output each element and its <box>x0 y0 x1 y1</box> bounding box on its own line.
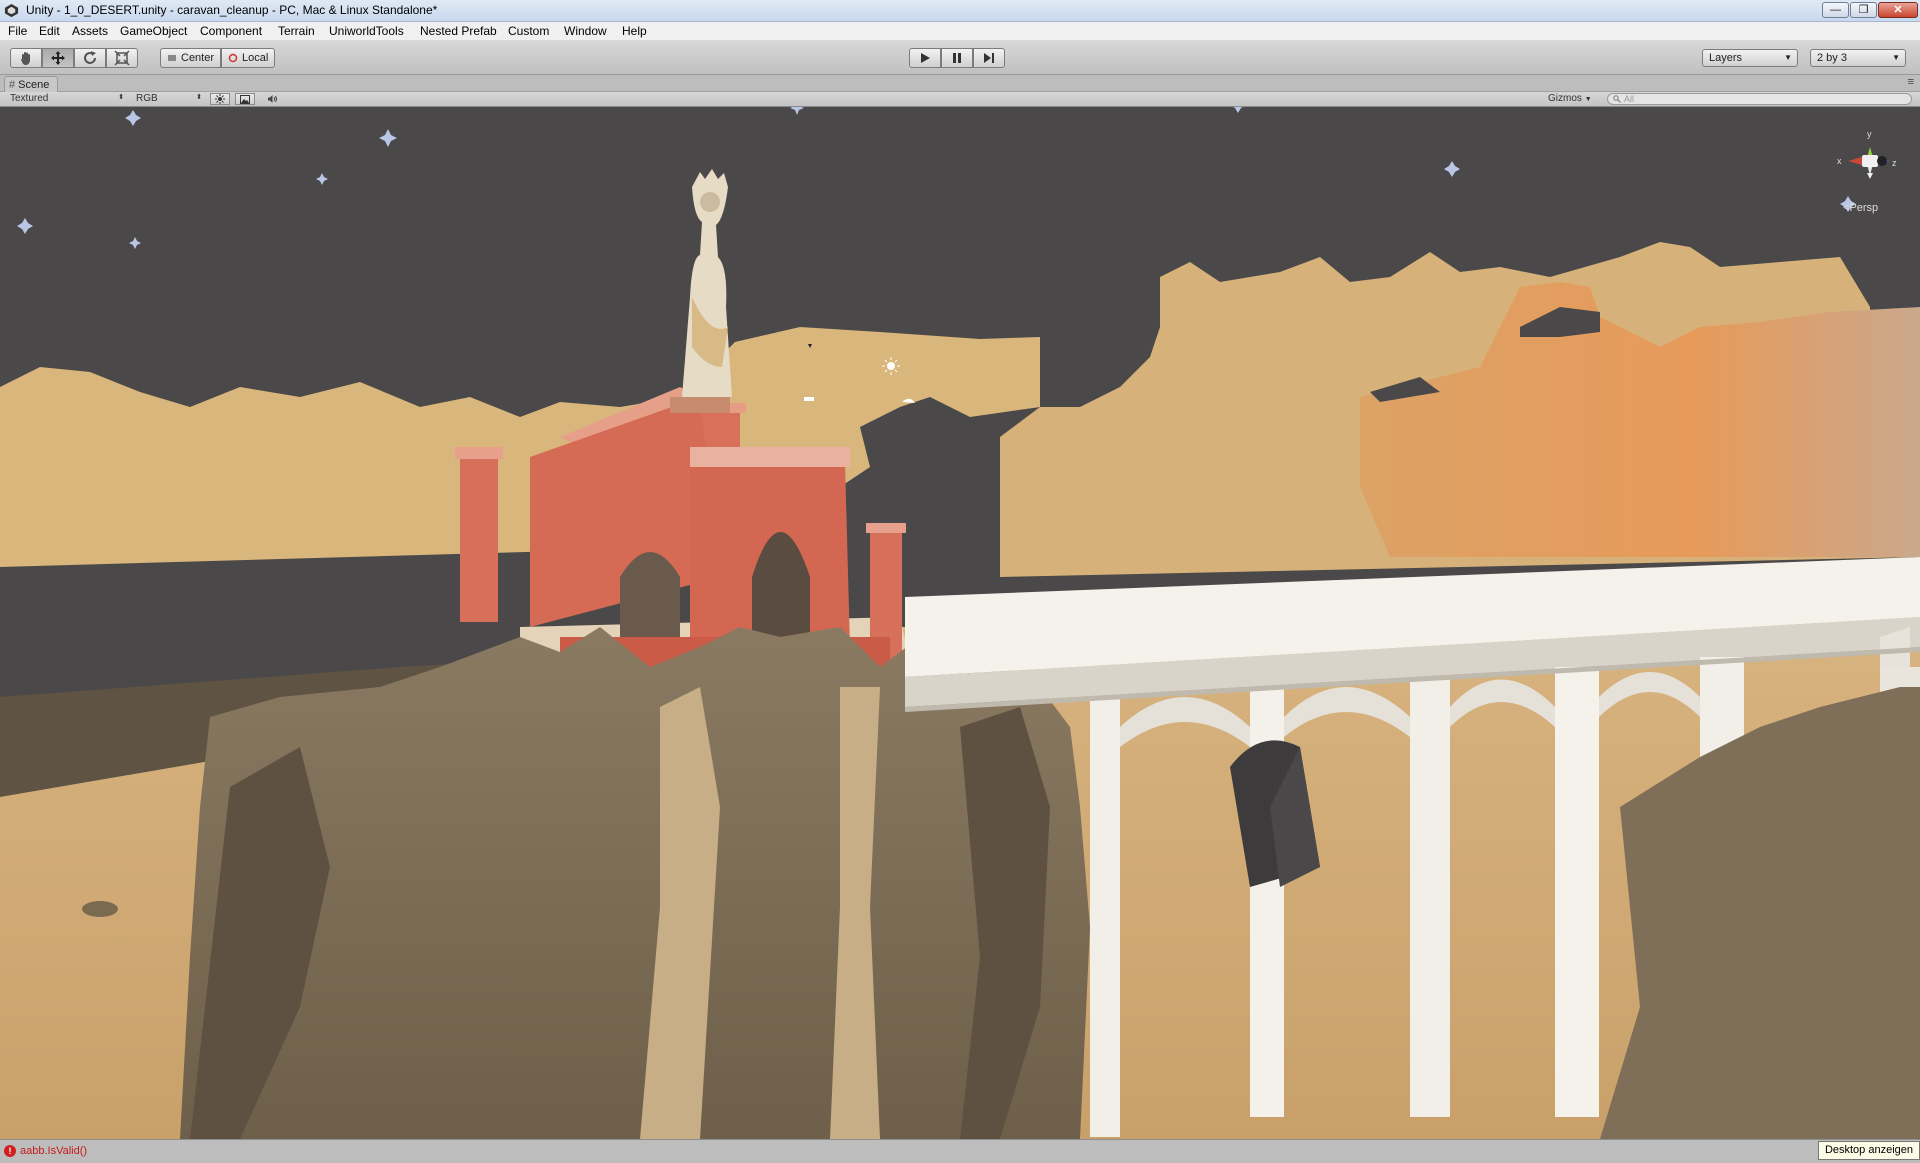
scene-tab-bar: # Scene ≡ <box>0 75 1920 93</box>
gizmos-label: Gizmos <box>1548 93 1582 104</box>
chevron-updown-icon: ⬍ <box>196 94 202 101</box>
maximize-button[interactable]: ❐ <box>1850 2 1877 18</box>
menu-gameobject[interactable]: GameObject <box>120 24 187 38</box>
night-stars <box>17 107 1856 249</box>
layers-dropdown[interactable]: Layers ▼ <box>1702 49 1798 67</box>
chevron-down-icon: ▼ <box>1784 53 1792 62</box>
menu-nested-prefab[interactable]: Nested Prefab <box>420 24 497 38</box>
scale-icon <box>114 50 130 66</box>
scene-view-toolbar: Textured ⬍ RGB ⬍ Gizmos ▼ All <box>0 92 1920 107</box>
scene-search-placeholder: All <box>1624 94 1635 104</box>
pause-icon <box>953 53 961 63</box>
pivot-center-button[interactable]: Center <box>160 48 222 68</box>
chevron-updown-icon: ⬍ <box>118 94 124 101</box>
scene-tab-label: Scene <box>18 79 50 91</box>
scale-tool-button[interactable] <box>106 48 138 68</box>
layout-label: 2 by 3 <box>1817 52 1847 64</box>
minimize-button[interactable]: — <box>1822 2 1849 18</box>
transform-tools <box>10 48 138 68</box>
render-mode-dropdown[interactable]: Textured ⬍ <box>6 93 126 106</box>
axis-z-label: z <box>1892 158 1897 168</box>
pivot-toggles: Center Local <box>160 48 276 68</box>
menu-bar: File Edit Assets GameObject Component Te… <box>0 22 1920 41</box>
scene-viewport[interactable]: y x z <Persp <box>0 107 1920 1139</box>
pause-button[interactable] <box>941 48 973 68</box>
scene-render: y x z <box>0 107 1920 1139</box>
gizmos-dropdown[interactable]: Gizmos ▼ <box>1548 93 1592 104</box>
scene-lighting-toggle[interactable] <box>210 93 230 105</box>
image-icon <box>240 94 250 104</box>
scene-overlay-toggle[interactable] <box>235 93 255 105</box>
rotate-icon <box>84 51 96 64</box>
taskbar-tooltip: Desktop anzeigen <box>1817 1141 1920 1160</box>
close-icon: ✕ <box>1893 4 1903 16</box>
pivot-center-label: Center <box>181 52 215 64</box>
pivot-local-button[interactable]: Local <box>221 48 276 68</box>
orientation-gizmo[interactable]: y x z <box>1837 129 1897 179</box>
search-icon <box>1613 95 1621 103</box>
status-bar[interactable]: ! aabb.IsValid() <box>0 1139 1920 1163</box>
menu-help[interactable]: Help <box>622 24 647 38</box>
hand-tool-button[interactable] <box>10 48 42 68</box>
main-toolbar: Center Local Layers ▼ 2 by 3 ▼ <box>0 41 1920 75</box>
color-mode-dropdown[interactable]: RGB ⬍ <box>132 93 204 106</box>
menu-terrain[interactable]: Terrain <box>278 24 315 38</box>
axis-x-label: x <box>1837 156 1842 166</box>
layers-label: Layers <box>1709 52 1743 64</box>
projection-label: Persp <box>1849 202 1879 214</box>
sun-icon <box>215 94 225 104</box>
play-button[interactable] <box>909 48 941 68</box>
window-title: Unity - 1_0_DESERT.unity - caravan_clean… <box>26 3 438 17</box>
hand-icon <box>21 52 30 65</box>
goddess-statue <box>670 169 732 413</box>
menu-file[interactable]: File <box>8 24 27 38</box>
tab-scene[interactable]: # Scene <box>4 76 59 93</box>
error-icon: ! <box>4 1145 16 1157</box>
chevron-down-icon: ▼ <box>1584 96 1592 103</box>
pivot-center-icon <box>168 55 176 61</box>
menu-window[interactable]: Window <box>564 24 607 38</box>
menu-uniworldtools[interactable]: UniworldTools <box>329 24 404 38</box>
step-button[interactable] <box>973 48 1005 68</box>
minimize-icon: — <box>1830 4 1841 16</box>
play-icon <box>921 53 930 63</box>
menu-edit[interactable]: Edit <box>39 24 60 38</box>
scene-grid-icon: # <box>9 79 16 91</box>
panel-menu-icon[interactable]: ≡ <box>1908 76 1914 88</box>
maximize-icon: ❐ <box>1858 4 1869 16</box>
projection-toggle[interactable]: <Persp <box>1843 202 1878 214</box>
speaker-icon <box>267 95 277 103</box>
sand-crater <box>82 901 118 917</box>
close-button[interactable]: ✕ <box>1878 2 1918 18</box>
scene-search-input[interactable]: All <box>1607 93 1912 105</box>
move-tool-button[interactable] <box>42 48 74 68</box>
scene-audio-toggle[interactable] <box>262 93 282 105</box>
window-title-bar: Unity - 1_0_DESERT.unity - caravan_clean… <box>0 0 1920 22</box>
rotate-tool-button[interactable] <box>74 48 106 68</box>
playback-controls <box>909 48 1005 68</box>
pivot-local-label: Local <box>242 52 269 64</box>
console-error-message[interactable]: aabb.IsValid() <box>20 1145 87 1157</box>
chevron-down-icon: ▼ <box>1892 53 1900 62</box>
local-space-icon <box>228 53 238 63</box>
unity-logo-icon <box>4 3 19 18</box>
step-icon <box>984 53 994 63</box>
menu-assets[interactable]: Assets <box>72 24 108 38</box>
menu-component[interactable]: Component <box>200 24 262 38</box>
move-icon <box>51 51 65 65</box>
layout-dropdown[interactable]: 2 by 3 ▼ <box>1810 49 1906 67</box>
menu-custom[interactable]: Custom <box>508 24 549 38</box>
render-mode-label: Textured <box>10 93 49 104</box>
axis-y-label: y <box>1867 129 1872 139</box>
color-mode-label: RGB <box>136 93 158 104</box>
